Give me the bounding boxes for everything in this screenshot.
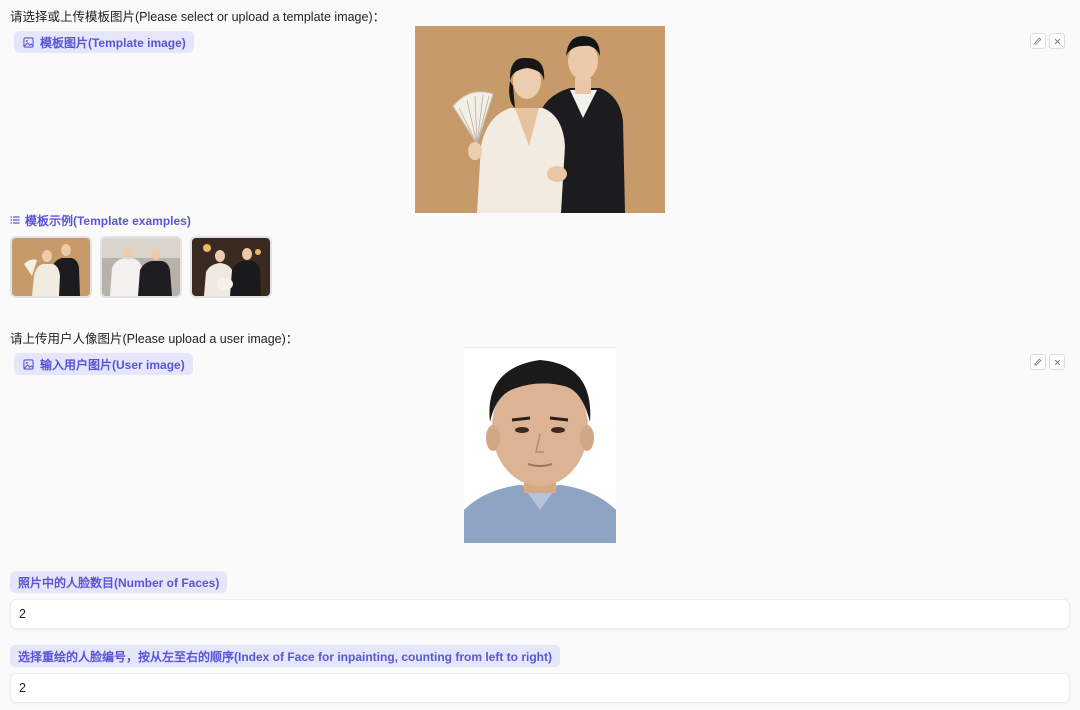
template-prompt: 请选择或上传模板图片(Please select or upload a tem… [10,10,386,24]
index-label: 选择重绘的人脸编号，按从左至右的顺序(Index of Face for inp… [10,645,560,667]
template-image[interactable] [415,26,665,213]
user-clear-button[interactable] [1049,354,1065,370]
template-examples-label-text: 模板示例(Template examples) [25,214,191,228]
user-image-label-text: 输入用户图片(User image) [40,357,185,372]
faces-label: 照片中的人脸数目(Number of Faces) [10,571,228,593]
template-clear-button[interactable] [1049,33,1065,49]
template-image-label-text: 模板图片(Template image) [40,35,186,50]
index-input[interactable]: 2 [10,673,1070,703]
close-icon [1054,359,1060,365]
pencil-icon [1034,37,1042,45]
close-icon [1054,38,1060,44]
template-example-1[interactable] [10,236,92,298]
template-edit-button[interactable] [1030,33,1046,49]
template-image-label: 模板图片(Template image) [14,31,194,53]
faces-input[interactable]: 2 [10,599,1070,629]
user-prompt: 请上传用户人像图片(Please upload a user image)： [10,332,299,346]
template-example-2[interactable] [100,236,182,298]
image-icon [22,36,34,48]
template-example-3[interactable] [190,236,272,298]
user-image-divider [464,347,616,348]
template-tools [1030,33,1065,49]
user-tools [1030,354,1065,370]
user-image-label: 输入用户图片(User image) [14,353,193,375]
index-label-text: 选择重绘的人脸编号，按从左至右的顺序(Index of Face for inp… [18,649,552,664]
image-icon [22,358,34,370]
user-image[interactable] [464,350,616,543]
list-icon [10,214,20,228]
faces-label-text: 照片中的人脸数目(Number of Faces) [18,575,220,590]
pencil-icon [1034,358,1042,366]
user-edit-button[interactable] [1030,354,1046,370]
template-examples-label: 模板示例(Template examples) [10,212,191,229]
